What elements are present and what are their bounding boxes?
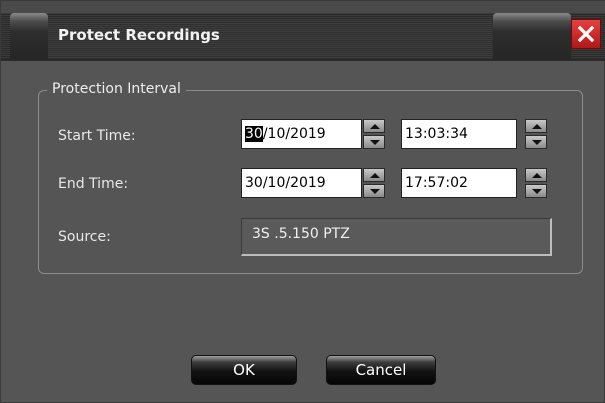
dialog-title: Protect Recordings [58,26,220,44]
title-bar-left-tab [10,13,48,59]
start-date-spin-down[interactable] [363,135,385,149]
close-icon [578,26,594,42]
title-bar-divider [1,59,605,61]
end-date-spin-down[interactable] [363,184,385,198]
start-date-rest: /10/2019 [262,126,326,142]
triangle-down-icon [370,140,380,145]
title-bar-right-tab [493,13,571,59]
triangle-down-icon [532,189,542,194]
close-button[interactable] [571,19,601,49]
triangle-down-icon [370,189,380,194]
end-date-spinner [363,168,385,198]
triangle-down-icon [532,140,542,145]
start-time-input[interactable]: 13:03:34 [401,119,517,149]
start-time-label: Start Time: [58,128,136,144]
ok-button[interactable]: OK [191,355,297,385]
start-time-spin-down[interactable] [525,135,547,149]
start-time-spin-up[interactable] [525,119,547,133]
source-value-field: 3S .5.150 PTZ [241,218,552,256]
triangle-up-icon [370,124,380,129]
triangle-up-icon [532,124,542,129]
end-time-spin-down[interactable] [525,184,547,198]
start-date-input[interactable]: 30/10/2019 [241,119,362,149]
triangle-up-icon [370,173,380,178]
end-time-spinner [525,168,547,198]
start-date-selected-segment: 30 [245,126,263,142]
start-date-spin-up[interactable] [363,119,385,133]
protect-recordings-dialog: Protect Recordings Protection Interval S… [0,0,605,403]
end-time-spin-up[interactable] [525,168,547,182]
end-time-input[interactable]: 17:57:02 [401,168,517,198]
source-label: Source: [58,229,111,245]
end-time-label: End Time: [58,176,129,192]
title-bar[interactable]: Protect Recordings [1,1,605,61]
end-date-spin-up[interactable] [363,168,385,182]
triangle-up-icon [532,173,542,178]
start-date-spinner [363,119,385,149]
end-date-input[interactable]: 30/10/2019 [241,168,362,198]
start-time-spinner [525,119,547,149]
protection-interval-legend: Protection Interval [47,81,186,97]
cancel-button[interactable]: Cancel [326,355,436,385]
